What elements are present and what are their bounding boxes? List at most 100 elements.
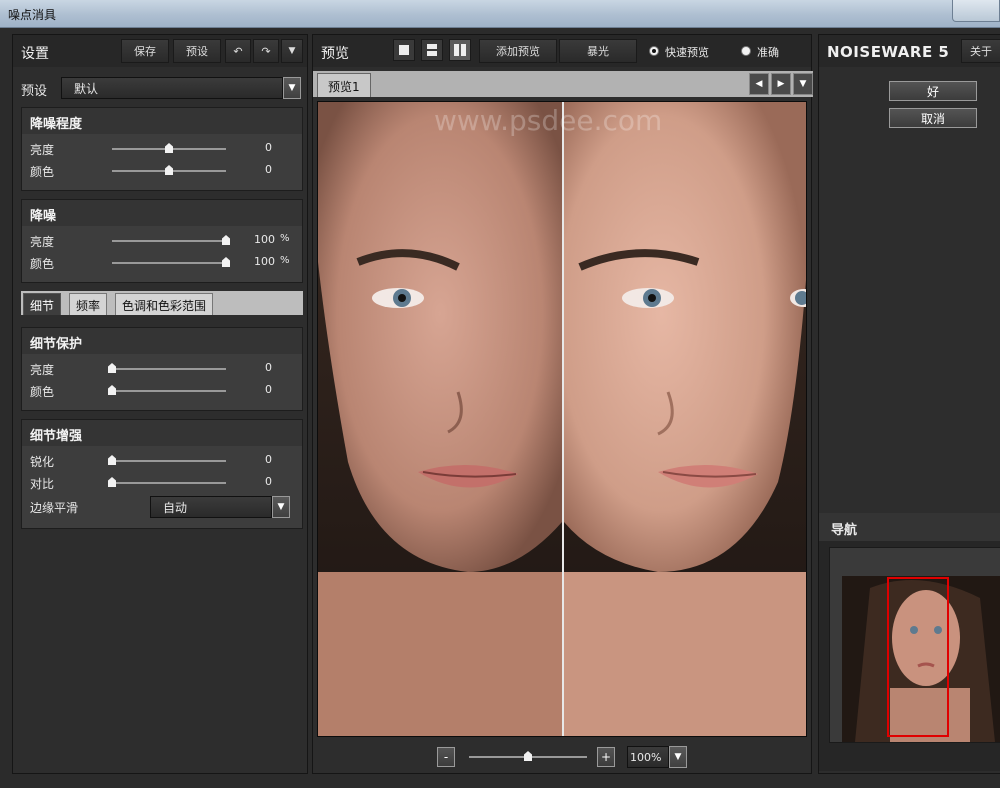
noise-reduction-group: 降噪 亮度 100 % 颜色 100 % [21,199,303,283]
navigator-image [830,548,1000,742]
portrait-preview [318,102,806,736]
zoom-select[interactable]: 100% [627,746,669,768]
noise-level-color-slider[interactable] [112,165,226,175]
slider-thumb[interactable] [222,257,230,267]
cancel-button[interactable]: 取消 [889,108,977,128]
edge-smooth-row: 边缘平滑 自动 ▼ [22,494,302,520]
ok-button[interactable]: 好 [889,81,977,101]
preview-tab-1[interactable]: 预览1 [317,73,371,97]
slider-label: 亮度 [30,235,55,249]
next-tab-button[interactable]: ▶ [771,73,791,95]
exposure-button[interactable]: 暴光 [559,39,637,63]
preset-select[interactable]: 默认 [61,77,283,99]
navigator-title: 导航 [819,513,1000,541]
slider-value: 0 [265,163,272,176]
split-horizontal-button[interactable] [421,39,443,61]
brand-logo: NOISEWARE 5 [827,43,950,61]
slider-label: 颜色 [30,385,55,399]
slider-thumb[interactable] [165,165,173,175]
slider-value: 0 [265,141,272,154]
save-button[interactable]: 保存 [121,39,169,63]
slider-label: 亮度 [30,143,55,157]
noise-reduction-color-slider[interactable] [112,257,230,267]
detail-protect-row-luma: 亮度 0 [22,358,302,380]
preview-panel: 预览 添加预览 暴光 快速预览 准确 预览1 ◀ ▶ ▼ www.psdee.c… [312,34,813,774]
slider-label: 颜色 [30,257,55,271]
tab-tone-color[interactable]: 色调和色彩范围 [115,293,214,315]
single-view-icon [399,45,409,55]
prev-tab-button[interactable]: ◀ [749,73,769,95]
settings-toolbar: 设置 保存 预设 ↶ ↷ ▼ [13,35,307,67]
slider-thumb[interactable] [108,385,116,395]
detail-protect-luma-slider[interactable] [108,363,226,373]
zoom-dropdown-button[interactable]: ▼ [669,746,687,768]
slider-thumb[interactable] [108,363,116,373]
preview-image[interactable]: www.psdee.com [317,101,807,737]
accurate-radio[interactable] [741,46,751,56]
add-preview-button[interactable]: 添加预览 [479,39,557,63]
slider-value: 100 [254,255,275,268]
noise-level-luma-slider[interactable] [112,143,226,153]
navigator-thumbnail[interactable] [829,547,1000,743]
zoom-out-button[interactable]: - [437,747,455,767]
window-controls[interactable] [952,0,1000,22]
window-title: 噪点消具 [8,8,57,22]
fast-preview-radio[interactable] [649,46,659,56]
single-view-button[interactable] [393,39,415,61]
zoom-in-button[interactable]: + [597,747,615,767]
undo-button[interactable]: ↶ [225,39,251,63]
settings-panel: 设置 保存 预设 ↶ ↷ ▼ 预设 默认 ▼ 降噪程度 亮度 0 颜色 0 降噪… [12,34,308,774]
chevron-left-icon: ◀ [755,79,763,89]
noise-level-group: 降噪程度 亮度 0 颜色 0 [21,107,303,191]
noise-level-row-color: 颜色 0 [22,160,302,182]
split-vertical-button[interactable] [449,39,471,61]
slider-thumb[interactable] [165,143,173,153]
detail-enhance-row-sharpen: 锐化 0 [22,450,302,472]
edge-smooth-select[interactable]: 自动 [150,496,272,518]
tab-frequency[interactable]: 频率 [69,293,108,315]
sharpen-slider[interactable] [108,455,226,465]
edge-smooth-dropdown-button[interactable]: ▼ [272,496,290,518]
zoom-slider[interactable] [469,751,587,761]
detail-protect-color-slider[interactable] [108,385,226,395]
detail-enhance-group: 细节增强 锐化 0 对比 0 边缘平滑 自动 ▼ [21,419,303,529]
preset-button[interactable]: 预设 [173,39,221,63]
slider-label: 锐化 [30,455,55,469]
preset-dropdown-button[interactable]: ▼ [283,77,301,99]
detail-enhance-title: 细节增强 [22,420,302,446]
about-button[interactable]: 关于 [961,39,1000,63]
noise-reduction-title: 降噪 [22,200,302,226]
slider-thumb[interactable] [222,235,230,245]
contrast-slider[interactable] [108,477,226,487]
chevron-down-icon: ▼ [288,83,296,93]
slider-value: 0 [265,383,272,396]
watermark-text: www.psdee.com [434,104,663,137]
fast-preview-label: 快速预览 [665,46,709,59]
slider-thumb[interactable] [108,455,116,465]
slider-unit: % [280,255,290,266]
redo-icon: ↷ [261,44,271,58]
settings-title: 设置 [21,46,49,62]
slider-label: 亮度 [30,363,55,377]
redo-button[interactable]: ↷ [253,39,279,63]
slider-thumb[interactable] [524,751,532,761]
noise-level-title: 降噪程度 [22,108,302,134]
chevron-down-icon: ▼ [288,46,296,56]
slider-value: 0 [265,361,272,374]
chevron-right-icon: ▶ [777,79,785,89]
tab-detail[interactable]: 细节 [23,293,62,315]
detail-protect-row-color: 颜色 0 [22,380,302,402]
accurate-label: 准确 [757,46,779,59]
noise-reduction-luma-slider[interactable] [112,235,230,245]
slider-value: 0 [265,475,272,488]
detail-protect-title: 细节保护 [22,328,302,354]
brand-bar: NOISEWARE 5 关于 [819,35,1000,67]
slider-value: 100 [254,233,275,246]
slider-unit: % [280,233,290,244]
noise-level-row-luma: 亮度 0 [22,138,302,160]
title-bar: 噪点消具 [0,0,1000,28]
navigator-panel: 导航 [819,513,1000,771]
more-dropdown-button[interactable]: ▼ [281,39,303,63]
tab-menu-button[interactable]: ▼ [793,73,813,95]
slider-thumb[interactable] [108,477,116,487]
